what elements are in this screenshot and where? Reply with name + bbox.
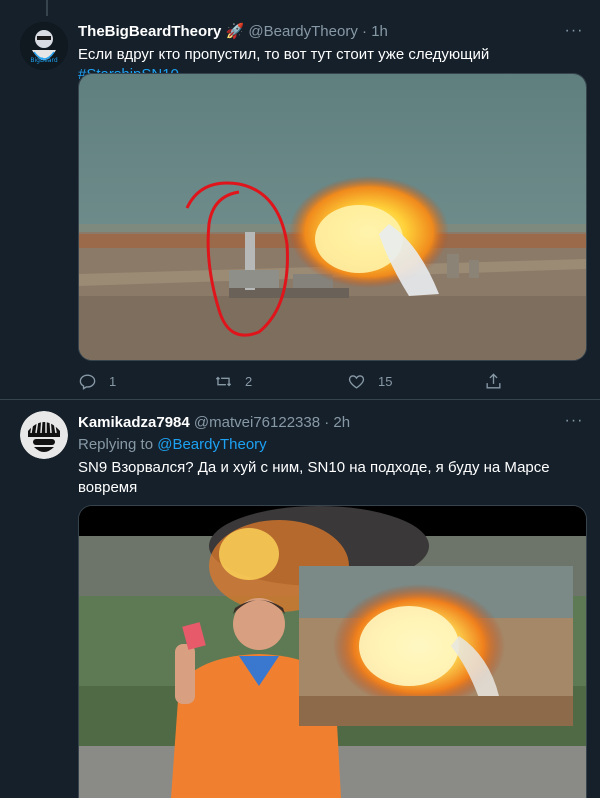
- separator: ·: [362, 23, 368, 40]
- reply-button[interactable]: 1: [78, 369, 116, 393]
- display-name[interactable]: TheBigBeardTheory: [78, 23, 221, 40]
- display-name[interactable]: Kamikadza7984: [78, 414, 190, 431]
- replying-to-link[interactable]: @BeardyTheory: [157, 436, 266, 453]
- tweet-header: Kamikadza7984 @matvei76122338 · 2h: [78, 413, 560, 433]
- more-icon[interactable]: ···: [564, 23, 584, 44]
- handle[interactable]: @matvei76122338: [194, 414, 320, 431]
- like-button[interactable]: 15: [347, 369, 392, 393]
- separator: ·: [324, 414, 330, 431]
- tweet-actions: 1 2 15: [78, 369, 508, 393]
- timestamp[interactable]: 2h: [333, 414, 350, 431]
- share-icon: [486, 372, 501, 389]
- share-button[interactable]: [484, 369, 503, 393]
- tweet-image-meme[interactable]: [78, 505, 587, 798]
- tweet-body: Если вдруг кто пропустил, то вот тут сто…: [78, 46, 490, 63]
- avatar[interactable]: [20, 411, 68, 459]
- tweet-header: TheBigBeardTheory 🚀 @BeardyTheory · 1h: [78, 22, 560, 42]
- avatar[interactable]: BigBeard: [20, 22, 68, 70]
- retweet-icon: [215, 376, 232, 386]
- reply-count: 1: [109, 373, 117, 389]
- svg-text:BigBeard: BigBeard: [30, 57, 57, 64]
- reply-icon: [79, 373, 96, 390]
- timestamp[interactable]: 1h: [371, 23, 388, 40]
- replying-prefix: Replying to: [78, 436, 154, 453]
- like-count: 15: [378, 373, 393, 389]
- handle[interactable]: @BeardyTheory: [248, 23, 357, 40]
- retweet-button[interactable]: 2: [214, 369, 252, 393]
- like-icon: [348, 374, 365, 389]
- tweet-body: SN9 Взорвался? Да и хуй с ним, SN10 на п…: [78, 459, 550, 496]
- tweet-beardytheory[interactable]: BigBeard TheBigBeardTheory 🚀 @BeardyTheo…: [0, 0, 600, 400]
- tweet-kamikadza[interactable]: Kamikadza7984 @matvei76122338 · 2h ··· R…: [0, 400, 600, 798]
- more-icon[interactable]: ···: [564, 413, 584, 434]
- rocket-emoji: 🚀: [225, 23, 245, 40]
- replying-to-line: Replying to @BeardyTheory: [78, 435, 584, 455]
- retweet-count: 2: [245, 373, 253, 389]
- tweet-image-rocket-explosion[interactable]: [78, 73, 587, 361]
